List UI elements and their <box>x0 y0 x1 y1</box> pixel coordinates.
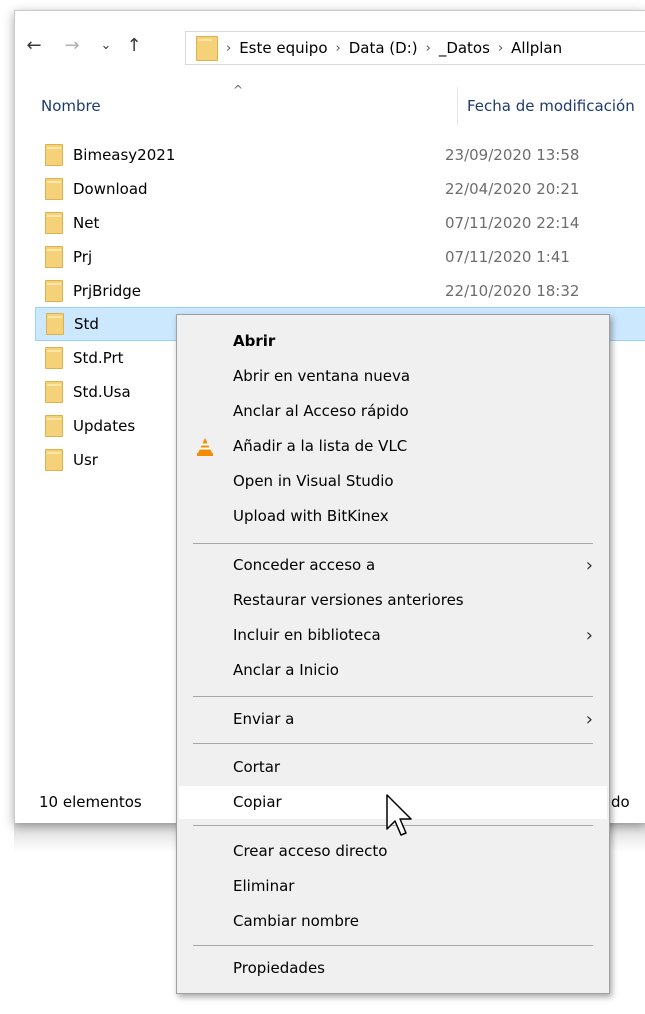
file-row-download[interactable]: Download 22/04/2020 20:21 <box>35 172 645 206</box>
file-date: 23/09/2020 13:58 <box>445 146 580 164</box>
menu-item-pin-start[interactable]: Anclar a Inicio <box>179 654 607 687</box>
menu-item-rename[interactable]: Cambiar nombre <box>179 905 607 938</box>
menu-item-properties[interactable]: Propiedades <box>179 952 607 985</box>
breadcrumb-separator-icon: › <box>226 40 232 56</box>
submenu-arrow-icon: › <box>585 555 593 576</box>
up-arrow-icon[interactable]: ↑ <box>123 35 145 57</box>
menu-separator <box>193 543 593 544</box>
file-row-bimeasy2021[interactable]: Bimeasy2021 23/09/2020 13:58 <box>35 138 645 172</box>
breadcrumb-item[interactable]: _Datos <box>439 39 490 57</box>
submenu-arrow-icon: › <box>585 625 593 646</box>
folder-icon <box>46 313 64 335</box>
breadcrumb-item[interactable]: Este equipo <box>239 39 327 57</box>
menu-item-cut[interactable]: Cortar <box>179 751 607 784</box>
file-row-prjbridge[interactable]: PrjBridge 22/10/2020 18:32 <box>35 274 645 308</box>
column-header-name[interactable]: Nombre <box>41 97 101 115</box>
folder-icon <box>45 246 63 268</box>
menu-separator <box>193 945 593 946</box>
menu-item-label: Añadir a la lista de VLC <box>233 437 408 455</box>
menu-item-open[interactable]: Abrir <box>179 325 607 358</box>
breadcrumb-separator-icon: › <box>335 40 341 56</box>
folder-icon <box>45 449 63 471</box>
forward-arrow-icon[interactable]: → <box>61 35 83 57</box>
menu-item-restore-versions[interactable]: Restaurar versiones anteriores <box>179 584 607 617</box>
folder-icon <box>45 347 63 369</box>
file-name: Bimeasy2021 <box>73 146 176 164</box>
file-row-prj[interactable]: Prj 07/11/2020 1:41 <box>35 240 645 274</box>
menu-item-open-new-window[interactable]: Abrir en ventana nueva <box>179 360 607 393</box>
menu-item-include-library[interactable]: Incluir en biblioteca › <box>179 619 607 652</box>
context-menu: Abrir Abrir en ventana nueva Anclar al A… <box>176 314 610 994</box>
menu-separator <box>193 743 593 744</box>
folder-icon <box>196 35 218 61</box>
folder-icon <box>45 212 63 234</box>
file-row-net[interactable]: Net 07/11/2020 22:14 <box>35 206 645 240</box>
menu-item-label: Enviar a <box>233 710 295 728</box>
menu-item-open-visual-studio[interactable]: Open in Visual Studio <box>179 465 607 498</box>
submenu-arrow-icon: › <box>585 709 593 730</box>
file-date: 07/11/2020 22:14 <box>445 214 580 232</box>
menu-item-send-to[interactable]: Enviar a › <box>179 703 607 736</box>
address-bar[interactable]: › Este equipo › Data (D:) › _Datos › All… <box>185 31 645 65</box>
menu-item-pin-quick-access[interactable]: Anclar al Acceso rápido <box>179 395 607 428</box>
file-name: PrjBridge <box>73 282 142 300</box>
column-divider[interactable] <box>457 87 458 125</box>
file-date: 22/10/2020 18:32 <box>445 282 580 300</box>
folder-icon <box>45 280 63 302</box>
folder-icon <box>45 144 63 166</box>
mouse-cursor-icon <box>386 794 412 836</box>
vlc-cone-icon <box>197 438 213 456</box>
menu-separator <box>193 696 593 697</box>
breadcrumb-separator-icon: › <box>425 40 431 56</box>
column-header-date[interactable]: Fecha de modificación <box>467 97 635 115</box>
file-date: 07/11/2020 1:41 <box>445 248 570 266</box>
breadcrumb-item[interactable]: Allplan <box>511 39 562 57</box>
folder-icon <box>45 415 63 437</box>
menu-item-label: Incluir en biblioteca <box>233 626 381 644</box>
menu-item-delete[interactable]: Eliminar <box>179 870 607 903</box>
file-name: Net <box>73 214 100 232</box>
folder-icon <box>45 178 63 200</box>
menu-item-label: Conceder acceso a <box>233 556 376 574</box>
menu-item-add-vlc[interactable]: Añadir a la lista de VLC <box>179 430 607 463</box>
status-item-count: 10 elementos <box>39 793 142 811</box>
menu-item-upload-bitkinex[interactable]: Upload with BitKinex <box>179 500 607 533</box>
file-name: Prj <box>73 248 93 266</box>
status-selection-text: do <box>611 793 630 811</box>
file-name: Download <box>73 180 148 198</box>
back-arrow-icon[interactable]: ← <box>23 35 45 57</box>
recent-locations-chevron-icon[interactable]: ⌄ <box>95 35 117 57</box>
menu-item-create-shortcut[interactable]: Crear acceso directo <box>179 835 607 868</box>
sort-ascending-icon: ^ <box>233 83 244 97</box>
breadcrumb-separator-icon: › <box>497 40 504 56</box>
menu-item-give-access[interactable]: Conceder acceso a › <box>179 549 607 582</box>
breadcrumb-item[interactable]: Data (D:) <box>349 39 418 57</box>
file-date: 22/04/2020 20:21 <box>445 180 580 198</box>
folder-icon <box>45 381 63 403</box>
